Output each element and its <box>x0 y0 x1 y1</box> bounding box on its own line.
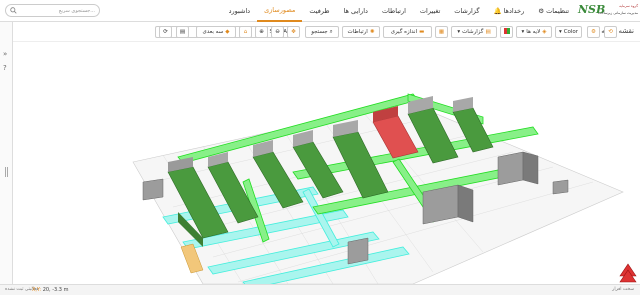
reports-dropdown[interactable]: ▾ گزارشات ▤ <box>451 26 497 38</box>
view-3d-button[interactable]: سه بعدی ◆ <box>196 26 236 38</box>
nav-settings[interactable]: ⚙ تنظیمات <box>531 0 576 22</box>
main-nav: ⚙ تنظیمات 🔔 رخدادها گزارشات تغییرات ارتب… <box>222 0 576 22</box>
refresh-button[interactable]: ⟳ <box>159 26 172 38</box>
floor-plan-3d-view[interactable] <box>13 42 640 284</box>
gear-icon: ⚙ <box>538 7 545 15</box>
nav-reports[interactable]: گزارشات <box>447 0 486 22</box>
coordinate-readout: X,Y: 20, -3.3 m <box>32 287 69 293</box>
toolbar: نقشه طبقه ▾ SITE A ⟳ ▤ سه بعدی ◆ ⌂ ⊕ ⊖ ✥… <box>13 22 640 42</box>
grid-icon: ▦ <box>438 29 445 35</box>
resize-handle[interactable] <box>5 167 8 177</box>
printer-icon: ▤ <box>179 29 186 35</box>
quick-search[interactable]: جستجوی سریع... <box>5 4 100 17</box>
layers-dropdown[interactable]: ▾ لایه ها ◈ <box>516 26 552 38</box>
print-button[interactable]: ▤ <box>176 26 189 38</box>
search-icon: ⌕ <box>329 28 333 35</box>
sync-button[interactable]: ⟲ <box>604 26 617 38</box>
search-button[interactable]: جستجو ⌕ <box>305 26 339 38</box>
nav-changes[interactable]: تغییرات <box>413 0 447 22</box>
bell-icon: 🔔 <box>493 7 502 15</box>
search-icon <box>10 7 17 14</box>
network-icon: ✺ <box>369 29 375 35</box>
nav-dashboard[interactable]: داشبورد <box>222 0 258 22</box>
gear-icon: ⚙ <box>591 29 596 35</box>
nav-links[interactable]: ارتباطات <box>375 0 413 22</box>
measure-button[interactable]: اندازه گیری ▬ <box>383 26 432 38</box>
north-arrow-icon[interactable] <box>619 263 637 283</box>
cube-icon: ◆ <box>225 29 230 35</box>
fit-button[interactable]: ✥ <box>287 26 300 38</box>
home-button[interactable]: ⌂ <box>239 26 252 38</box>
palette-icon <box>503 28 510 36</box>
zoom-out-icon: ⊖ <box>275 29 280 35</box>
zoom-in-icon: ⊕ <box>259 29 264 35</box>
nav-visualization[interactable]: مصورسازی <box>257 0 303 22</box>
ruler-icon: ▬ <box>419 29 425 35</box>
search-input[interactable]: جستجوی سریع... <box>17 8 95 14</box>
help-icon[interactable]: ? <box>3 64 7 72</box>
links-button[interactable]: ارتباطات ✺ <box>342 26 380 38</box>
grid-button[interactable]: ▦ <box>435 26 448 38</box>
nav-assets[interactable]: دارایی ها <box>337 0 375 22</box>
caret-down-icon: ▾ <box>558 29 562 35</box>
color-legend-button[interactable] <box>500 26 513 38</box>
status-bar: فعالیتی ثبت نشده X,Y: 20, -3.3 m سخت افز… <box>0 284 640 295</box>
caret-down-icon: ▾ <box>521 29 525 35</box>
brand-logo: NSB گروه سرمایه مدیریت سازمانی زیرساخت <box>578 3 638 16</box>
settings-button[interactable]: ⚙ <box>587 26 600 38</box>
report-icon: ▤ <box>485 29 491 35</box>
sync-icon: ⟲ <box>608 29 613 35</box>
layers-icon: ◈ <box>542 29 547 35</box>
nav-capacity[interactable]: ظرفیت <box>302 0 336 22</box>
status-text-right: سخت افزار <box>612 287 634 292</box>
floor-scene[interactable] <box>13 42 640 284</box>
left-rail: » ? <box>0 22 13 284</box>
nav-events[interactable]: 🔔 رخدادها <box>486 0 531 22</box>
top-bar: جستجوی سریع... ⚙ تنظیمات 🔔 رخدادها گزارش… <box>0 0 640 22</box>
zoom-out-button[interactable]: ⊖ <box>271 26 284 38</box>
expand-icon[interactable]: » <box>3 50 7 58</box>
home-icon: ⌂ <box>243 29 248 35</box>
color-dropdown[interactable]: ▾ Color <box>555 26 582 38</box>
refresh-icon: ⟳ <box>163 29 168 35</box>
zoom-in-button[interactable]: ⊕ <box>255 26 268 38</box>
fit-icon: ✥ <box>291 29 296 35</box>
caret-down-icon: ▾ <box>457 29 461 35</box>
